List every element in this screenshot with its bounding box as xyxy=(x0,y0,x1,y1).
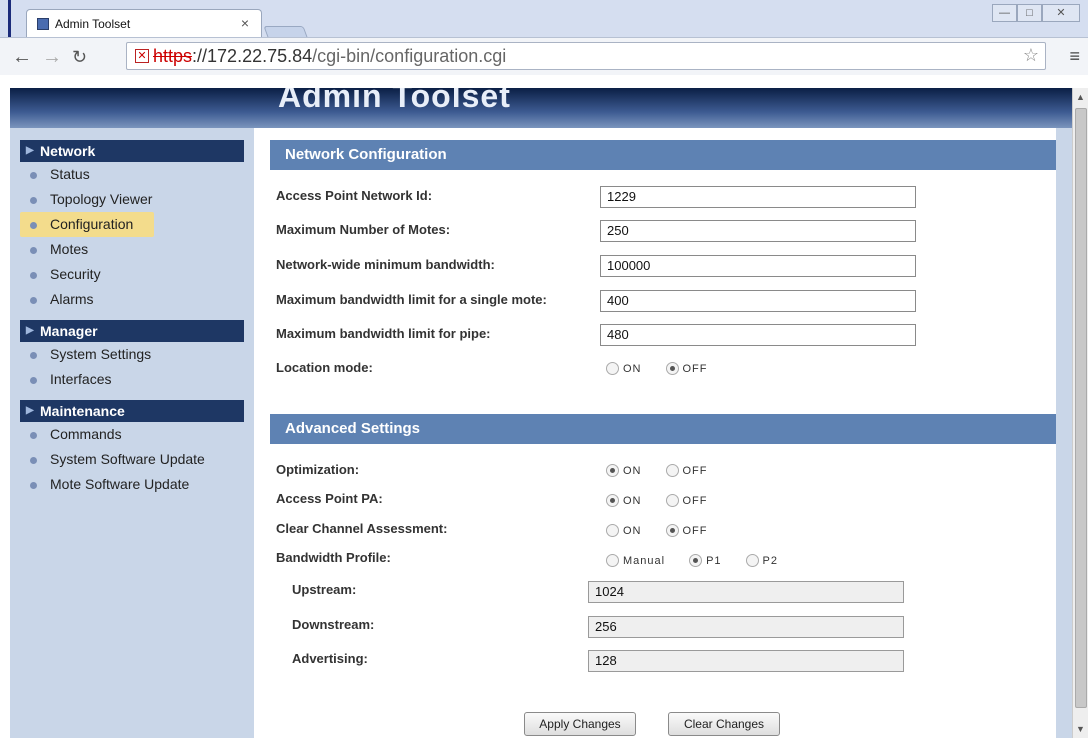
optimization-radio-group: ON OFF xyxy=(606,464,732,477)
browser-tab[interactable]: Admin Toolset × xyxy=(26,9,262,37)
bookmark-star-icon[interactable]: ☆ xyxy=(1023,45,1039,66)
bullet-icon xyxy=(30,482,37,489)
advertising-label: Advertising: xyxy=(292,651,368,666)
max-mote-bandwidth-field[interactable]: 400 xyxy=(600,290,916,312)
max-mote-bandwidth-label: Maximum bandwidth limit for a single mot… xyxy=(276,292,547,307)
insecure-lock-icon[interactable]: ✕ xyxy=(135,49,149,63)
cursor-marker xyxy=(8,0,11,40)
bullet-icon xyxy=(30,297,37,304)
optimization-label: Optimization: xyxy=(276,462,360,477)
cca-off-radio[interactable] xyxy=(665,524,679,537)
close-window-button[interactable]: ✕ xyxy=(1042,4,1080,22)
cca-radio-group: ON OFF xyxy=(606,524,732,537)
bandwidth-profile-manual-radio[interactable] xyxy=(606,554,619,567)
bandwidth-profile-radio-group: Manual P1 P2 xyxy=(606,554,802,567)
sidebar-section-manager[interactable]: ▶ Manager xyxy=(20,320,244,342)
sidebar-item-interfaces[interactable]: Interfaces xyxy=(20,367,254,392)
triangle-icon: ▶ xyxy=(26,405,34,416)
back-arrow-icon[interactable]: ← xyxy=(12,46,32,69)
bandwidth-profile-label: Bandwidth Profile: xyxy=(276,550,391,565)
min-bandwidth-field[interactable]: 100000 xyxy=(600,255,916,277)
bandwidth-profile-p1-radio[interactable] xyxy=(689,554,703,567)
min-bandwidth-label: Network-wide minimum bandwidth: xyxy=(276,257,495,272)
location-mode-off-radio[interactable] xyxy=(665,362,679,375)
forward-arrow-icon[interactable]: → xyxy=(42,46,62,69)
optimization-on-radio[interactable] xyxy=(606,464,619,477)
upstream-label: Upstream: xyxy=(292,582,357,597)
sidebar-item-commands[interactable]: Commands xyxy=(20,422,254,447)
sidebar-item-security[interactable]: Security xyxy=(20,262,254,287)
minimize-button[interactable]: — xyxy=(992,4,1017,22)
ap-network-id-label: Access Point Network Id: xyxy=(276,188,433,203)
apply-changes-button[interactable]: Apply Changes xyxy=(524,712,636,736)
browser-toolbar: ← → ↻ ✕ https://172.22.75.84/cgi-bin/con… xyxy=(0,37,1088,75)
sidebar-item-alarms[interactable]: Alarms xyxy=(20,287,254,312)
bandwidth-profile-p2-radio[interactable] xyxy=(745,554,759,567)
clear-changes-button[interactable]: Clear Changes xyxy=(668,712,780,736)
maximize-button[interactable]: □ xyxy=(1017,4,1042,22)
access-point-pa-radio-group: ON OFF xyxy=(606,494,732,507)
bullet-icon xyxy=(30,222,37,229)
sidebar-item-system-settings[interactable]: System Settings xyxy=(20,342,254,367)
sidebar-item-motes[interactable]: Motes xyxy=(20,237,254,262)
reload-icon[interactable]: ↻ xyxy=(72,47,87,68)
ap-network-id-field[interactable]: 1229 xyxy=(600,186,916,208)
sidebar-item-system-software-update[interactable]: System Software Update xyxy=(20,447,254,472)
main-content: Network Configuration Access Point Netwo… xyxy=(254,128,1056,738)
bullet-icon xyxy=(30,197,37,204)
sidebar-item-mote-software-update[interactable]: Mote Software Update xyxy=(20,472,254,497)
access-point-pa-off-radio[interactable] xyxy=(665,494,679,507)
tab-title: Admin Toolset xyxy=(55,17,131,31)
tab-close-icon[interactable]: × xyxy=(241,15,249,31)
bullet-icon xyxy=(30,247,37,254)
bullet-icon xyxy=(30,172,37,179)
bullet-icon xyxy=(30,457,37,464)
max-pipe-bandwidth-field[interactable]: 480 xyxy=(600,324,916,346)
location-mode-label: Location mode: xyxy=(276,360,373,375)
advanced-settings-header: Advanced Settings xyxy=(270,414,1056,444)
access-point-pa-label: Access Point PA: xyxy=(276,491,383,506)
network-config-header: Network Configuration xyxy=(270,140,1056,170)
sidebar-section-maintenance[interactable]: ▶ Maintenance xyxy=(20,400,244,422)
favicon-icon xyxy=(37,18,49,30)
bullet-icon xyxy=(30,352,37,359)
access-point-pa-on-radio[interactable] xyxy=(606,494,619,507)
advertising-field: 128 xyxy=(588,650,904,672)
page-scrollbar[interactable]: ▲ ▼ xyxy=(1072,88,1088,738)
upstream-field: 1024 xyxy=(588,581,904,603)
downstream-field: 256 xyxy=(588,616,904,638)
sidebar-item-configuration[interactable]: Configuration xyxy=(20,212,154,237)
bullet-icon xyxy=(30,272,37,279)
optimization-off-radio[interactable] xyxy=(665,464,679,477)
bullet-icon xyxy=(30,377,37,384)
location-mode-on-radio[interactable] xyxy=(606,362,619,375)
page-header: Admin Toolset xyxy=(10,88,1072,128)
triangle-icon: ▶ xyxy=(26,145,34,156)
cca-label: Clear Channel Assessment: xyxy=(276,521,448,536)
sidebar: ▶ Network Status Topology Viewer Configur… xyxy=(10,140,254,497)
scroll-down-icon[interactable]: ▼ xyxy=(1076,724,1085,734)
address-bar[interactable]: ✕ https://172.22.75.84/cgi-bin/configura… xyxy=(126,42,1046,70)
browser-menu-icon[interactable]: ≡ xyxy=(1069,46,1080,67)
max-pipe-bandwidth-label: Maximum bandwidth limit for pipe: xyxy=(276,326,491,341)
scroll-up-icon[interactable]: ▲ xyxy=(1076,92,1085,102)
max-motes-field[interactable]: 250 xyxy=(600,220,916,242)
max-motes-label: Maximum Number of Motes: xyxy=(276,222,451,237)
scroll-thumb[interactable] xyxy=(1075,108,1087,708)
page-title: Admin Toolset xyxy=(278,88,511,114)
triangle-icon: ▶ xyxy=(26,325,34,336)
downstream-label: Downstream: xyxy=(292,617,375,632)
location-mode-radio-group: ON OFF xyxy=(606,362,732,375)
cca-on-radio[interactable] xyxy=(606,524,619,537)
bullet-icon xyxy=(30,432,37,439)
sidebar-item-topology-viewer[interactable]: Topology Viewer xyxy=(20,187,254,212)
url-text[interactable]: https://172.22.75.84/cgi-bin/configurati… xyxy=(153,46,506,67)
page: Admin Toolset ▶ Network Status Topology V… xyxy=(10,88,1072,738)
sidebar-section-network[interactable]: ▶ Network xyxy=(20,140,244,162)
sidebar-item-status[interactable]: Status xyxy=(20,162,254,187)
